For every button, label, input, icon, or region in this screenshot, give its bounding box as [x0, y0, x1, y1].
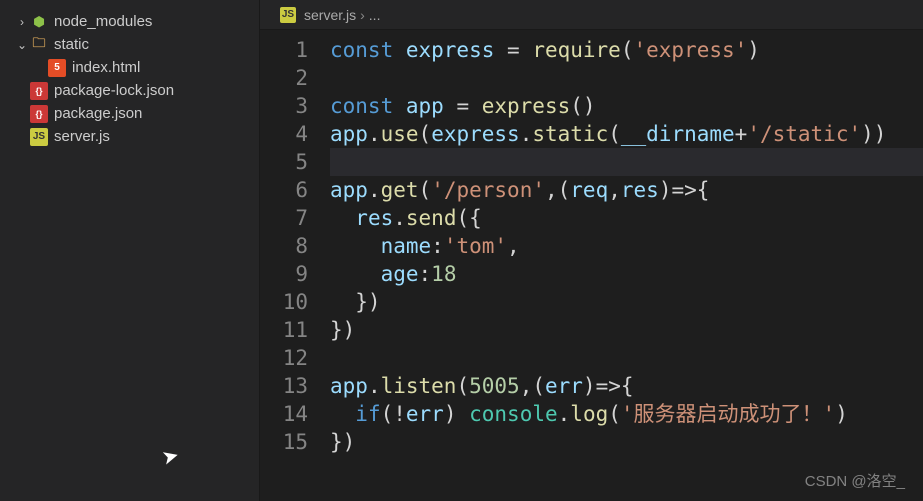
js-icon: JS [30, 128, 48, 146]
line-number: 4 [260, 120, 308, 148]
line-number: 8 [260, 232, 308, 260]
code-line[interactable]: name:'tom', [330, 232, 923, 260]
tree-indent [14, 83, 30, 99]
line-number: 9 [260, 260, 308, 288]
tree-item-node-modules[interactable]: ›⬢ node_modules [0, 10, 259, 33]
code-editor[interactable]: 123456789101112131415 const express = re… [260, 30, 923, 501]
code-line[interactable]: const app = express() [330, 92, 923, 120]
tree-label: index.html [72, 59, 140, 76]
code-line[interactable]: age:18 [330, 260, 923, 288]
tree-indent [14, 106, 30, 122]
breadcrumb-file[interactable]: server.js [304, 7, 356, 23]
line-number: 6 [260, 176, 308, 204]
line-number: 15 [260, 428, 308, 456]
code-line[interactable]: }) [330, 428, 923, 456]
line-number: 1 [260, 36, 308, 64]
tree-label: node_modules [54, 13, 152, 30]
code-line[interactable]: }) [330, 288, 923, 316]
tree-item-package-json[interactable]: {} package.json [0, 102, 259, 125]
file-explorer: ›⬢ node_modules ⌄🗀 static 5 index.html {} packa… [0, 0, 260, 501]
tree-item-static[interactable]: ⌄🗀 static [0, 33, 259, 56]
html-icon: 5 [48, 59, 66, 77]
code-line[interactable]: const express = require('express') [330, 36, 923, 64]
json-icon: {} [30, 105, 48, 123]
code-line[interactable]: app.listen(5005,(err)=>{ [330, 372, 923, 400]
chevron-down-icon[interactable]: ⌄ [14, 37, 30, 53]
line-number: 7 [260, 204, 308, 232]
editor-tab-bar: JS server.js › ... [260, 0, 923, 30]
line-number: 12 [260, 344, 308, 372]
editor-pane: JS server.js › ... 123456789101112131415… [260, 0, 923, 501]
tree-item-package-lock-json[interactable]: {} package-lock.json [0, 79, 259, 102]
line-number: 10 [260, 288, 308, 316]
tree-label: package.json [54, 105, 142, 122]
code-line[interactable]: app.get('/person',(req,res)=>{ [330, 176, 923, 204]
folder-icon: 🗀 [30, 36, 48, 54]
code-line[interactable]: res.send({ [330, 204, 923, 232]
code-content[interactable]: const express = require('express') const… [330, 36, 923, 501]
code-line[interactable]: if(!err) console.log('服务器启动成功了！') [330, 400, 923, 428]
code-line[interactable]: app.use(express.static(__dirname+'/stati… [330, 120, 923, 148]
code-line[interactable] [330, 148, 923, 176]
tree-label: server.js [54, 128, 110, 145]
tree-label: static [54, 36, 89, 53]
tree-item-index-html[interactable]: 5 index.html [0, 56, 259, 79]
code-line[interactable]: }) [330, 316, 923, 344]
tree-label: package-lock.json [54, 82, 174, 99]
line-number: 2 [260, 64, 308, 92]
code-line[interactable] [330, 64, 923, 92]
line-number: 11 [260, 316, 308, 344]
line-number: 14 [260, 400, 308, 428]
watermark: CSDN @洛空_ [805, 470, 905, 491]
line-gutter: 123456789101112131415 [260, 36, 330, 501]
tree-item-server-js[interactable]: JS server.js [0, 125, 259, 148]
js-icon: JS [280, 7, 296, 23]
code-line[interactable] [330, 344, 923, 372]
breadcrumb-tail[interactable]: ... [369, 7, 381, 23]
line-number: 3 [260, 92, 308, 120]
json-icon: {} [30, 82, 48, 100]
tree-indent [14, 129, 30, 145]
chevron-right-icon[interactable]: › [14, 14, 30, 30]
nm-icon: ⬢ [30, 13, 48, 31]
tree-indent [32, 60, 48, 76]
line-number: 13 [260, 372, 308, 400]
line-number: 5 [260, 148, 308, 176]
chevron-right-icon: › [360, 7, 365, 23]
